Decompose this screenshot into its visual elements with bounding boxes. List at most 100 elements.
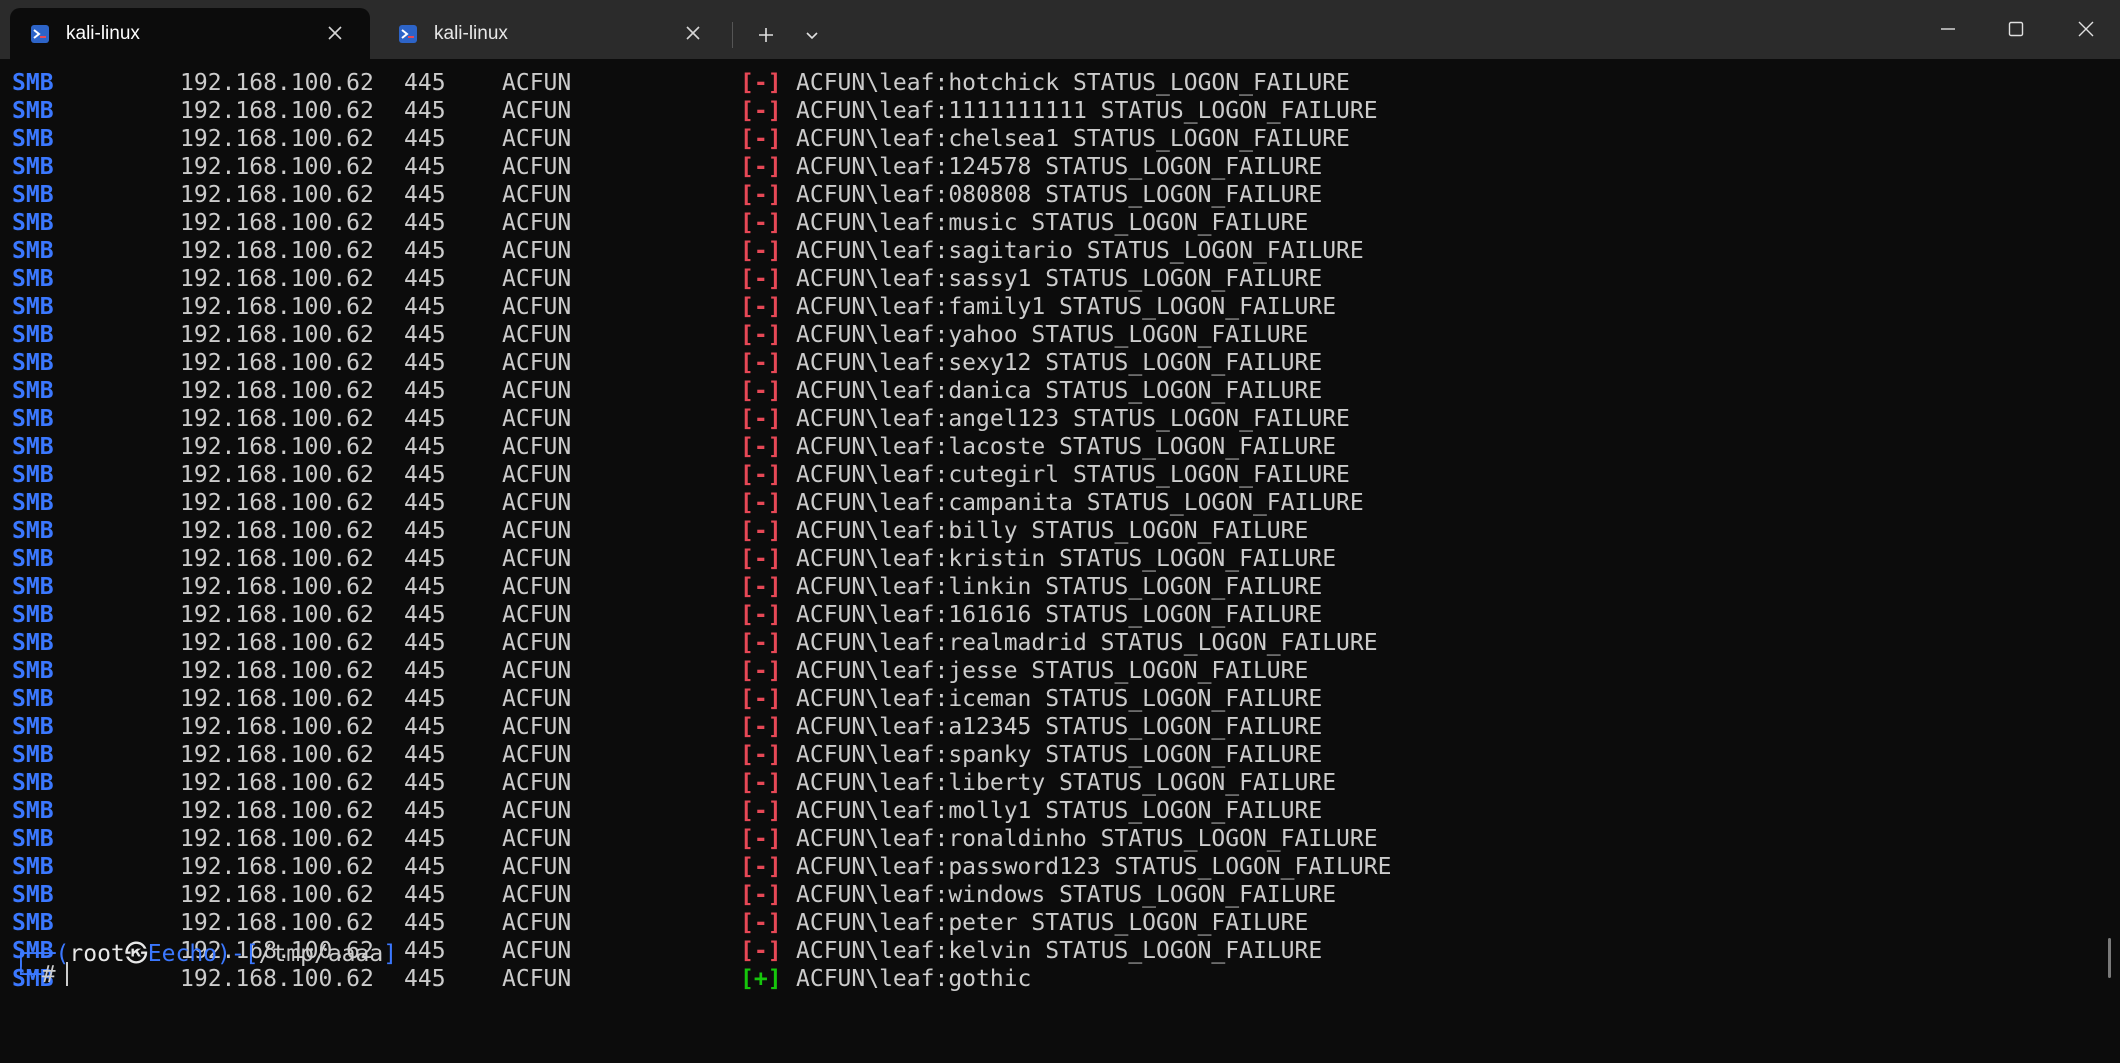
domain-name: ACFUN <box>502 462 572 488</box>
status-indicator: [-] <box>740 490 782 516</box>
protocol-label: SMB <box>12 322 54 348</box>
status-indicator: [-] <box>740 126 782 152</box>
scrollbar-thumb[interactable] <box>2108 938 2111 978</box>
output-line: SMB 192.168.100.62 445 ACFUN [-] ACFUN\leaf:y… <box>0 322 2080 350</box>
status-indicator: [-] <box>740 798 782 824</box>
status-indicator: [-] <box>740 210 782 236</box>
protocol-label: SMB <box>12 266 54 292</box>
output-line: SMB 192.168.100.62 445 ACFUN [-] ACFUN\leaf:a… <box>0 714 2080 742</box>
protocol-label: SMB <box>12 882 54 908</box>
domain-name: ACFUN <box>502 966 572 992</box>
host-address: 192.168.100.62 <box>180 266 374 292</box>
protocol-label: SMB <box>12 210 54 236</box>
login-message: ACFUN\leaf:lacoste STATUS_LOGON_FAILURE <box>796 434 1337 460</box>
domain-name: ACFUN <box>502 378 572 404</box>
host-address: 192.168.100.62 <box>180 742 374 768</box>
protocol-label: SMB <box>12 686 54 712</box>
port-number: 445 <box>404 182 446 208</box>
host-address: 192.168.100.62 <box>180 462 374 488</box>
domain-name: ACFUN <box>502 350 572 376</box>
login-message: ACFUN\leaf:family1 STATUS_LOGON_FAILURE <box>796 294 1337 320</box>
maximize-button[interactable] <box>1982 0 2050 58</box>
port-number: 445 <box>404 630 446 656</box>
host-address: 192.168.100.62 <box>180 630 374 656</box>
tab-kali-linux-active[interactable]: kali-linux <box>10 8 370 59</box>
login-message: ACFUN\leaf:linkin STATUS_LOGON_FAILURE <box>796 574 1323 600</box>
close-icon[interactable] <box>322 20 348 46</box>
host-address: 192.168.100.62 <box>180 182 374 208</box>
status-indicator: [-] <box>740 714 782 740</box>
close-icon[interactable] <box>680 20 706 46</box>
login-message: ACFUN\leaf:sagitario STATUS_LOGON_FAILUR… <box>796 238 1364 264</box>
domain-name: ACFUN <box>502 574 572 600</box>
protocol-label: SMB <box>12 770 54 796</box>
domain-name: ACFUN <box>502 266 572 292</box>
tab-title: kali-linux <box>66 23 140 44</box>
login-message: ACFUN\leaf:sassy1 STATUS_LOGON_FAILURE <box>796 266 1323 292</box>
close-window-button[interactable] <box>2052 0 2120 58</box>
port-number: 445 <box>404 966 446 992</box>
status-indicator: [-] <box>740 406 782 432</box>
protocol-label: SMB <box>12 434 54 460</box>
port-number: 445 <box>404 210 446 236</box>
new-tab-button[interactable] <box>748 18 784 52</box>
status-indicator: [-] <box>740 686 782 712</box>
output-line: SMB 192.168.100.62 445 ACFUN [-] ACFUN\leaf:m… <box>0 210 2080 238</box>
login-message: ACFUN\leaf:yahoo STATUS_LOGON_FAILURE <box>796 322 1309 348</box>
port-number: 445 <box>404 742 446 768</box>
login-message: ACFUN\leaf:peter STATUS_LOGON_FAILURE <box>796 910 1309 936</box>
port-number: 445 <box>404 490 446 516</box>
domain-name: ACFUN <box>502 322 572 348</box>
port-number: 445 <box>404 658 446 684</box>
port-number: 445 <box>404 910 446 936</box>
tab-divider <box>732 22 733 48</box>
status-indicator: [-] <box>740 70 782 96</box>
output-line: SMB 192.168.100.62 445 ACFUN [-] ACFUN\leaf:s… <box>0 238 2080 266</box>
port-number: 445 <box>404 98 446 124</box>
protocol-label: SMB <box>12 938 54 964</box>
host-address: 192.168.100.62 <box>180 210 374 236</box>
port-number: 445 <box>404 350 446 376</box>
output-line: SMB 192.168.100.62 445 ACFUN [-] ACFUN\leaf:r… <box>0 630 2080 658</box>
terminal-output[interactable]: SMB 192.168.100.62 445 ACFUN [-] ACFUN\leaf:h… <box>0 59 2120 1063</box>
minimize-button[interactable] <box>1914 0 1982 58</box>
output-line: SMB 192.168.100.62 445 ACFUN [-] ACFUN\leaf:l… <box>0 434 2080 462</box>
maximize-icon <box>2008 21 2024 37</box>
output-line: SMB 192.168.100.62 445 ACFUN [-] ACFUN\leaf:d… <box>0 378 2080 406</box>
close-window-icon <box>2078 21 2094 37</box>
host-address: 192.168.100.62 <box>180 70 374 96</box>
output-line: SMB 192.168.100.62 445 ACFUN [-] ACFUN\leaf:r… <box>0 826 2080 854</box>
domain-name: ACFUN <box>502 658 572 684</box>
port-number: 445 <box>404 434 446 460</box>
plus-icon <box>759 28 773 42</box>
port-number: 445 <box>404 518 446 544</box>
output-line: SMB 192.168.100.62 445 ACFUN [-] ACFUN\leaf:c… <box>0 126 2080 154</box>
output-line: SMB 192.168.100.62 445 ACFUN [-] ACFUN\leaf:s… <box>0 266 2080 294</box>
domain-name: ACFUN <box>502 98 572 124</box>
host-address: 192.168.100.62 <box>180 686 374 712</box>
tab-dropdown-button[interactable] <box>794 18 830 52</box>
status-indicator: [-] <box>740 238 782 264</box>
status-indicator: [-] <box>740 350 782 376</box>
status-indicator: [-] <box>740 266 782 292</box>
login-message: ACFUN\leaf:angel123 STATUS_LOGON_FAILURE <box>796 406 1350 432</box>
tab-kali-linux[interactable]: kali-linux <box>378 8 728 59</box>
status-indicator: [-] <box>740 154 782 180</box>
host-address: 192.168.100.62 <box>180 126 374 152</box>
status-indicator: [-] <box>740 602 782 628</box>
protocol-label: SMB <box>12 602 54 628</box>
port-number: 445 <box>404 294 446 320</box>
domain-name: ACFUN <box>502 938 572 964</box>
port-number: 445 <box>404 938 446 964</box>
host-address: 192.168.100.62 <box>180 714 374 740</box>
output-line: SMB 192.168.100.62 445 ACFUN [-] ACFUN\leaf:k… <box>0 938 2080 966</box>
login-message: ACFUN\leaf:chelsea1 STATUS_LOGON_FAILURE <box>796 126 1350 152</box>
port-number: 445 <box>404 462 446 488</box>
protocol-label: SMB <box>12 490 54 516</box>
status-indicator: [-] <box>740 826 782 852</box>
output-line: SMB 192.168.100.62 445 ACFUN [-] ACFUN\leaf:m… <box>0 798 2080 826</box>
domain-name: ACFUN <box>502 770 572 796</box>
login-message: ACFUN\leaf:molly1 STATUS_LOGON_FAILURE <box>796 798 1323 824</box>
output-line: SMB 192.168.100.62 445 ACFUN [-] ACFUN\leaf:p… <box>0 910 2080 938</box>
login-message: ACFUN\leaf:kristin STATUS_LOGON_FAILURE <box>796 546 1337 572</box>
